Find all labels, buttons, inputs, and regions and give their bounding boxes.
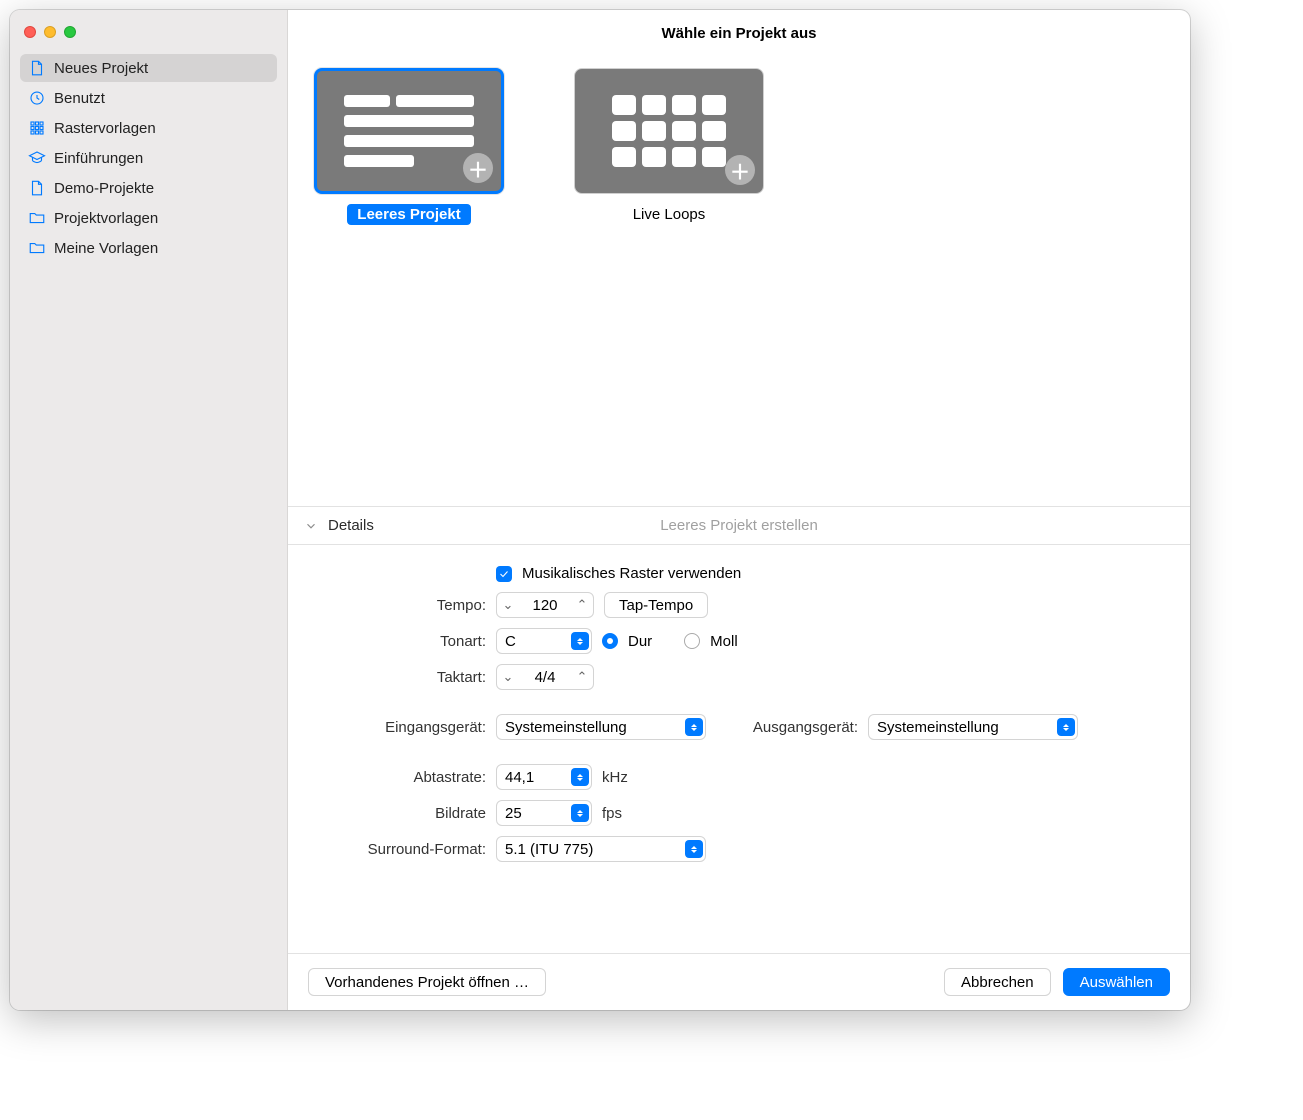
folder-icon bbox=[28, 239, 46, 257]
close-window-button[interactable] bbox=[24, 26, 36, 38]
time-sig-label: Taktart: bbox=[318, 669, 486, 686]
details-subtitle: Leeres Projekt erstellen bbox=[288, 517, 1190, 534]
input-device-label: Eingangsgerät: bbox=[318, 719, 486, 736]
sidebar-item-label: Rastervorlagen bbox=[54, 120, 156, 137]
frame-rate-select[interactable]: 25 bbox=[496, 800, 592, 826]
sidebar-list: Neues Projekt Benutzt Rastervorlagen Ein… bbox=[10, 54, 287, 264]
sample-rate-value: 44,1 bbox=[505, 769, 534, 786]
sidebar-item-demo-projects[interactable]: Demo-Projekte bbox=[20, 174, 277, 202]
clock-icon bbox=[28, 89, 46, 107]
sample-rate-select[interactable]: 44,1 bbox=[496, 764, 592, 790]
open-existing-button[interactable]: Vorhandenes Projekt öffnen … bbox=[308, 968, 546, 996]
tempo-stepper[interactable]: ⌄ 120 ⌃ bbox=[496, 592, 594, 618]
sidebar-item-recent[interactable]: Benutzt bbox=[20, 84, 277, 112]
select-arrows-icon bbox=[1057, 718, 1075, 736]
output-device-select[interactable]: Systemeinstellung bbox=[868, 714, 1078, 740]
chevron-down-icon[interactable]: ⌄ bbox=[497, 669, 519, 685]
tempo-value: 120 bbox=[519, 597, 571, 614]
tile-empty-project[interactable]: ＋ Leeres Projekt bbox=[314, 68, 504, 494]
surround-label: Surround-Format: bbox=[318, 841, 486, 858]
select-arrows-icon bbox=[571, 804, 589, 822]
sidebar-item-label: Meine Vorlagen bbox=[54, 240, 158, 257]
select-arrows-icon bbox=[685, 718, 703, 736]
sidebar-item-label: Benutzt bbox=[54, 90, 105, 107]
input-device-select[interactable]: Systemeinstellung bbox=[496, 714, 706, 740]
graduation-icon bbox=[28, 149, 46, 167]
sidebar-item-tutorials[interactable]: Einführungen bbox=[20, 144, 277, 172]
sidebar-item-grid-templates[interactable]: Rastervorlagen bbox=[20, 114, 277, 142]
tap-tempo-button[interactable]: Tap-Tempo bbox=[604, 592, 708, 618]
major-label: Dur bbox=[628, 633, 652, 650]
plus-icon: ＋ bbox=[463, 153, 493, 183]
output-device-value: Systemeinstellung bbox=[877, 719, 999, 736]
sidebar-item-label: Projektvorlagen bbox=[54, 210, 158, 227]
template-gallery: ＋ Leeres Projekt ＋ Live Loops bbox=[288, 56, 1190, 506]
frame-rate-value: 25 bbox=[505, 805, 522, 822]
footer: Vorhandenes Projekt öffnen … Abbrechen A… bbox=[288, 953, 1190, 1010]
main-content: Wähle ein Projekt aus ＋ Leeres Projekt bbox=[288, 10, 1190, 1010]
time-sig-value: 4/4 bbox=[519, 669, 571, 686]
grid-icon bbox=[28, 119, 46, 137]
chevron-up-icon[interactable]: ⌃ bbox=[571, 597, 593, 613]
output-device-label: Ausgangsgerät: bbox=[736, 719, 858, 736]
project-chooser-window: Neues Projekt Benutzt Rastervorlagen Ein… bbox=[10, 10, 1190, 1010]
select-arrows-icon bbox=[571, 632, 589, 650]
key-label: Tonart: bbox=[318, 633, 486, 650]
frame-rate-unit: fps bbox=[602, 805, 622, 822]
use-musical-grid-label: Musikalisches Raster verwenden bbox=[522, 565, 741, 582]
folder-icon bbox=[28, 209, 46, 227]
tile-thumbnail: ＋ bbox=[314, 68, 504, 194]
tile-label: Leeres Projekt bbox=[347, 204, 470, 225]
sample-rate-unit: kHz bbox=[602, 769, 628, 786]
chevron-up-icon[interactable]: ⌃ bbox=[571, 669, 593, 685]
details-label: Details bbox=[328, 517, 374, 534]
sidebar-item-new-project[interactable]: Neues Projekt bbox=[20, 54, 277, 82]
sidebar-item-project-templates[interactable]: Projektvorlagen bbox=[20, 204, 277, 232]
sidebar-item-label: Demo-Projekte bbox=[54, 180, 154, 197]
surround-value: 5.1 (ITU 775) bbox=[505, 841, 593, 858]
tile-thumbnail: ＋ bbox=[574, 68, 764, 194]
time-sig-stepper[interactable]: ⌄ 4/4 ⌃ bbox=[496, 664, 594, 690]
sample-rate-label: Abtastrate: bbox=[318, 769, 486, 786]
sidebar-item-label: Neues Projekt bbox=[54, 60, 148, 77]
minimize-window-button[interactable] bbox=[44, 26, 56, 38]
plus-icon: ＋ bbox=[725, 155, 755, 185]
input-device-value: Systemeinstellung bbox=[505, 719, 627, 736]
minor-label: Moll bbox=[710, 633, 738, 650]
sidebar: Neues Projekt Benutzt Rastervorlagen Ein… bbox=[10, 10, 288, 1010]
tempo-label: Tempo: bbox=[318, 597, 486, 614]
chevron-down-icon bbox=[304, 519, 318, 533]
select-arrows-icon bbox=[685, 840, 703, 858]
surround-select[interactable]: 5.1 (ITU 775) bbox=[496, 836, 706, 862]
window-controls bbox=[10, 16, 287, 54]
document-icon bbox=[28, 59, 46, 77]
major-radio[interactable] bbox=[602, 633, 618, 649]
sidebar-item-label: Einführungen bbox=[54, 150, 143, 167]
use-musical-grid-checkbox[interactable] bbox=[496, 566, 512, 582]
sidebar-item-my-templates[interactable]: Meine Vorlagen bbox=[20, 234, 277, 262]
minor-radio[interactable] bbox=[684, 633, 700, 649]
cancel-button[interactable]: Abbrechen bbox=[944, 968, 1051, 996]
chevron-down-icon[interactable]: ⌄ bbox=[497, 597, 519, 613]
zoom-window-button[interactable] bbox=[64, 26, 76, 38]
document-icon bbox=[28, 179, 46, 197]
key-select-value: C bbox=[505, 633, 516, 650]
details-body: Musikalisches Raster verwenden Tempo: ⌄ … bbox=[288, 545, 1190, 876]
details-header[interactable]: Details Leeres Projekt erstellen bbox=[288, 506, 1190, 545]
choose-button[interactable]: Auswählen bbox=[1063, 968, 1170, 996]
select-arrows-icon bbox=[571, 768, 589, 786]
frame-rate-label: Bildrate bbox=[318, 805, 486, 822]
key-select[interactable]: C bbox=[496, 628, 592, 654]
window-title: Wähle ein Projekt aus bbox=[288, 10, 1190, 56]
tile-label: Live Loops bbox=[623, 204, 716, 225]
tile-live-loops[interactable]: ＋ Live Loops bbox=[574, 68, 764, 494]
